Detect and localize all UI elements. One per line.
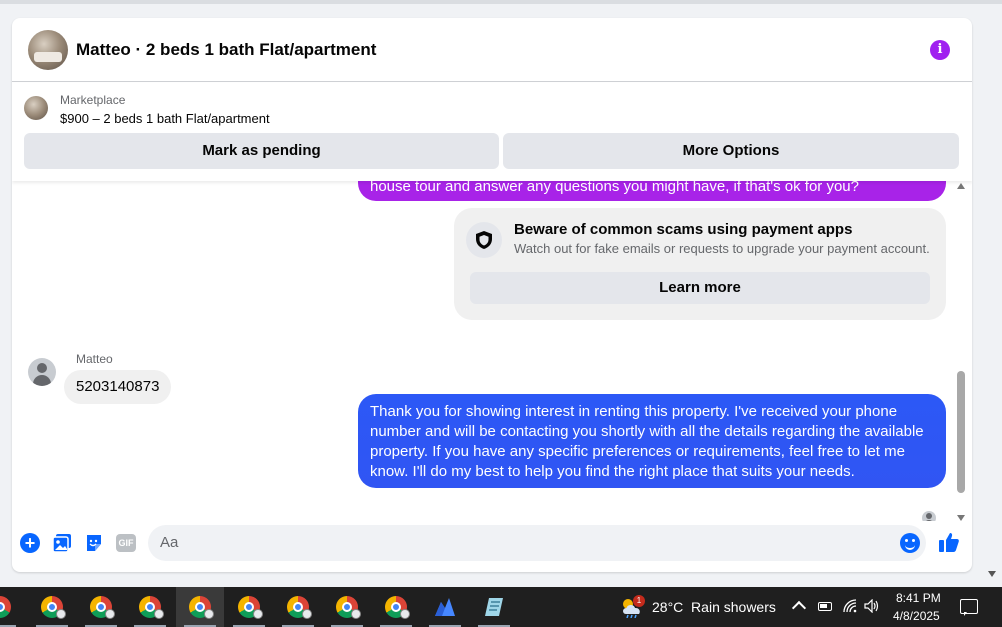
conversation-avatar[interactable] [28, 30, 68, 70]
profile-badge-icon [253, 609, 263, 619]
weather-alert-badge: 1 [633, 595, 645, 607]
volume-icon[interactable] [864, 599, 880, 613]
taskbar-app-chrome-1[interactable] [0, 587, 24, 627]
page-top-strip [0, 0, 1002, 4]
taskbar-app-notepad[interactable] [470, 587, 518, 627]
incoming-message[interactable]: 5203140873 [64, 370, 172, 404]
chevron-up-icon[interactable] [791, 600, 807, 616]
sender-name: Matteo [76, 352, 113, 366]
notepad-icon [485, 598, 503, 616]
scam-warning-title: Beware of common scams using payment app… [514, 221, 853, 238]
taskbar-app-chrome-3[interactable] [77, 587, 125, 627]
outgoing-message-partial: house tour and answer any questions you … [358, 181, 946, 201]
learn-more-button[interactable]: Learn more [470, 272, 930, 304]
chat-window: Matteo · 2 beds 1 bath Flat/apartment i … [12, 18, 972, 572]
weather-text[interactable]: 28°C Rain showers [652, 599, 776, 615]
clock-date[interactable]: 4/8/2025 [893, 609, 940, 623]
profile-badge-icon [56, 609, 66, 619]
taskbar-app-chrome-6[interactable] [225, 587, 273, 627]
scam-warning-card: Beware of common scams using payment app… [454, 208, 946, 320]
outgoing-message[interactable]: Thank you for showing interest in rentin… [358, 394, 946, 488]
sender-avatar[interactable] [28, 358, 56, 386]
emoji-icon[interactable] [900, 533, 920, 553]
message-scrollbar[interactable] [955, 181, 967, 521]
more-options-button[interactable]: More Options [503, 133, 959, 169]
listing-thumbnail[interactable] [24, 96, 48, 120]
profile-badge-icon [105, 609, 115, 619]
gif-icon[interactable]: GIF [116, 534, 136, 552]
mark-as-pending-button[interactable]: Mark as pending [24, 133, 499, 169]
chat-header: Matteo · 2 beds 1 bath Flat/apartment i [12, 18, 972, 82]
listing-source: Marketplace [60, 93, 126, 107]
scroll-up-arrow[interactable] [957, 183, 965, 189]
wifi-icon[interactable] [843, 599, 857, 613]
info-icon[interactable]: i [930, 40, 950, 60]
profile-badge-icon [302, 609, 312, 619]
vpn-icon [435, 598, 455, 616]
listing-summary[interactable]: $900 – 2 beds 1 bath Flat/apartment [60, 111, 270, 126]
message-list[interactable]: house tour and answer any questions you … [12, 181, 972, 521]
listing-banner: Marketplace $900 – 2 beds 1 bath Flat/ap… [12, 83, 972, 181]
page-scroll-down-arrow[interactable] [988, 571, 996, 577]
outgoing-message-text: house tour and answer any questions you … [370, 181, 859, 195]
taskbar-app-vpn[interactable] [421, 587, 469, 627]
chrome-icon [0, 596, 11, 618]
taskbar-app-chrome-4[interactable] [126, 587, 174, 627]
sticker-icon[interactable] [84, 533, 104, 553]
clock-time[interactable]: 8:41 PM [896, 591, 941, 605]
taskbar-app-chrome-8[interactable] [323, 587, 371, 627]
taskbar-app-chrome-2[interactable] [28, 587, 76, 627]
notification-icon[interactable] [960, 599, 978, 616]
message-composer: + GIF Aa [12, 521, 972, 567]
like-icon[interactable] [938, 531, 960, 553]
profile-badge-icon [154, 609, 164, 619]
shield-icon [466, 222, 502, 258]
windows-taskbar: 1 28°C Rain showers 8:41 PM 4/8/2025 [0, 587, 1002, 627]
battery-icon[interactable] [818, 602, 832, 611]
scroll-thumb[interactable] [957, 371, 965, 493]
scam-warning-body: Watch out for fake emails or requests to… [514, 241, 930, 256]
message-input[interactable]: Aa [148, 525, 926, 561]
seen-indicator-avatar [922, 511, 936, 521]
plus-icon[interactable]: + [20, 533, 40, 553]
taskbar-app-chrome-7[interactable] [274, 587, 322, 627]
profile-badge-icon [400, 609, 410, 619]
profile-badge-icon [204, 609, 214, 619]
taskbar-app-chrome-9[interactable] [372, 587, 420, 627]
taskbar-app-chrome-5[interactable] [176, 587, 224, 627]
conversation-title[interactable]: Matteo · 2 beds 1 bath Flat/apartment [76, 40, 376, 60]
profile-badge-icon [351, 609, 361, 619]
photo-icon[interactable] [52, 533, 72, 553]
